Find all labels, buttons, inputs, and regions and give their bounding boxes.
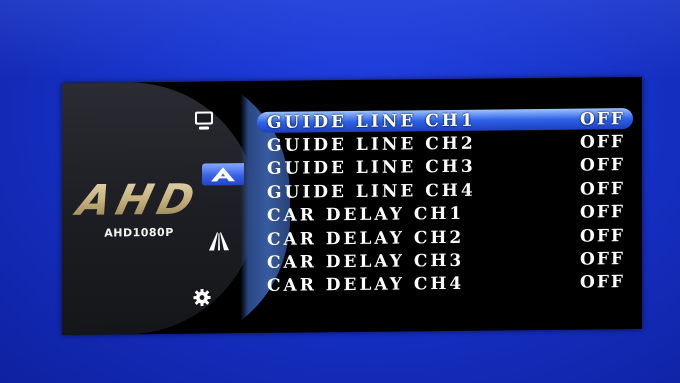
menu-item-value: OFF xyxy=(580,179,625,200)
monitor-icon[interactable] xyxy=(193,109,215,131)
menu-item-value: OFF xyxy=(580,132,625,153)
guide-line-icon xyxy=(211,167,235,182)
menu-item-label: GUIDE LINE CH3 xyxy=(267,157,476,180)
osd-menu-panel: AHD AHD1080P GUIDE LINE CH1 OFF GUIDE LI… xyxy=(62,72,642,342)
menu-item-car-delay-ch4[interactable]: CAR DELAY CH4 OFF xyxy=(257,271,627,298)
settings-menu: GUIDE LINE CH1 OFF GUIDE LINE CH2 OFF GU… xyxy=(257,107,627,298)
menu-item-label: GUIDE LINE CH1 xyxy=(267,110,476,133)
menu-item-label: CAR DELAY CH2 xyxy=(267,227,465,250)
menu-item-label: CAR DELAY CH4 xyxy=(267,274,465,297)
guide-line-tab[interactable] xyxy=(202,163,244,186)
menu-item-label: CAR DELAY CH3 xyxy=(267,250,465,273)
road-icon[interactable] xyxy=(208,231,230,251)
menu-item-label: GUIDE LINE CH2 xyxy=(267,133,476,156)
model-label: AHD1080P xyxy=(104,225,174,240)
menu-item-value: OFF xyxy=(580,272,625,294)
screen-glow xyxy=(0,0,680,80)
brand-logo: AHD xyxy=(68,173,210,224)
menu-item-value: OFF xyxy=(580,249,625,270)
menu-item-value: OFF xyxy=(580,155,625,177)
menu-item-label: CAR DELAY CH1 xyxy=(267,204,465,227)
menu-item-value: OFF xyxy=(580,108,625,130)
menu-item-value: OFF xyxy=(580,202,625,223)
gear-icon[interactable] xyxy=(193,288,211,307)
menu-item-label: GUIDE LINE CH4 xyxy=(267,180,476,203)
menu-item-value: OFF xyxy=(580,225,625,247)
